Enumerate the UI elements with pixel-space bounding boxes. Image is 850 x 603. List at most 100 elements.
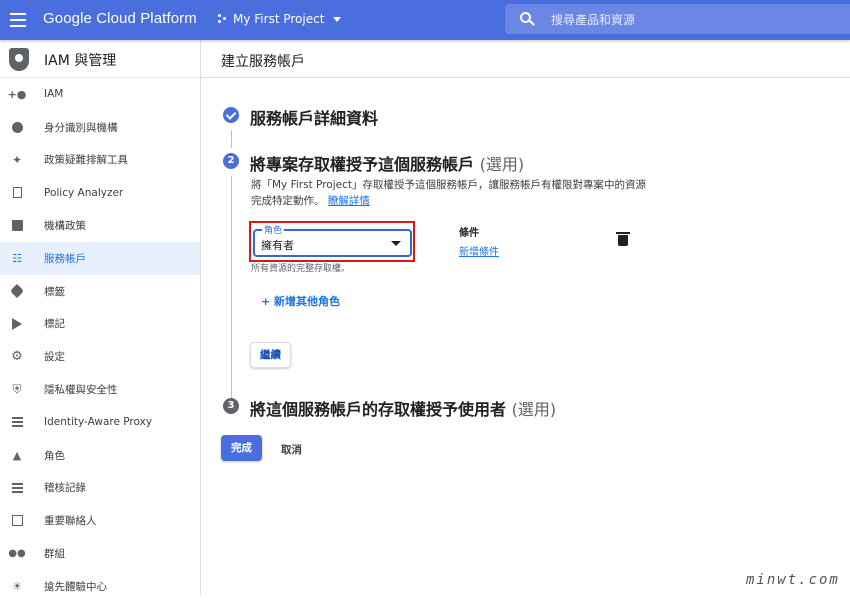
- label-arrow-icon: [11, 317, 23, 330]
- sidebar-item-10[interactable]: Identity-Aware Proxy: [0, 406, 200, 439]
- sidebar-item-label: 隱私權與安全性: [44, 384, 118, 397]
- step2-description: 將「My First Project」存取權授予這個服務帳戶，讓服務帳戶有權限對…: [251, 177, 651, 209]
- hat-icon: ▲: [11, 448, 23, 462]
- role-select[interactable]: 角色 擁有者: [253, 223, 412, 257]
- sidebar-item-label: 設定: [44, 351, 65, 364]
- tag-icon-part: [9, 284, 25, 299]
- step3-title[interactable]: 將這個服務帳戶的存取權授予使用者 (選用): [250, 396, 556, 420]
- add-person-icon: +●: [8, 88, 27, 101]
- sidebar-item-4[interactable]: 機構政策: [0, 209, 200, 242]
- sidebar-item-label: 群組: [44, 548, 65, 561]
- wrench-icon: ✦: [11, 152, 23, 167]
- sidebar-item-5[interactable]: ☷ 服務帳戶: [0, 241, 200, 275]
- sidebar-header: IAM 與管理: [0, 40, 200, 78]
- sidebar-item-11[interactable]: ▲ 角色: [0, 439, 200, 472]
- account-circle-icon: [11, 121, 23, 133]
- sidebar-item-2[interactable]: ✦ 政策疑難排解工具: [0, 144, 200, 177]
- page-title: 建立服務帳戶: [221, 54, 305, 70]
- lines-icon-part: [11, 486, 23, 489]
- proxy-icon-part: [11, 425, 23, 428]
- proxy-icon-part: [11, 421, 23, 424]
- document-search-icon: [11, 187, 23, 199]
- menu-icon[interactable]: [10, 13, 26, 27]
- list-box-icon-part: [11, 220, 23, 232]
- sidebar-item-label: Identity-Aware Proxy: [44, 416, 153, 429]
- shield-icon: ⛨: [11, 382, 23, 396]
- project-name: My First Project: [233, 12, 325, 26]
- sidebar-item-13[interactable]: 重要聯絡人: [0, 504, 200, 537]
- continue-button[interactable]: 繼續: [250, 342, 291, 368]
- sidebar-item-3[interactable]: Policy Analyzer: [0, 176, 200, 209]
- gear-icon: ⚙: [11, 349, 23, 364]
- document-search-icon-part: [12, 187, 22, 199]
- cancel-button[interactable]: 取消: [281, 442, 302, 457]
- role-value: 擁有者: [261, 239, 294, 252]
- label-arrow-icon-part: [12, 317, 22, 330]
- step2-title: 將專案存取權授予這個服務帳戶 (選用): [250, 151, 524, 175]
- service-account-icon-part: ☷: [12, 251, 22, 265]
- chevron-down-icon: [391, 241, 401, 246]
- sidebar-item-label: 搶先體驗中心: [44, 580, 107, 593]
- sidebar-item-label: Policy Analyzer: [44, 186, 124, 199]
- proxy-icon-part: [11, 415, 23, 429]
- main-content: 建立服務帳戶 服務帳戶詳細資料 2 將專案存取權授予這個服務帳戶 (選用) 將「…: [201, 40, 850, 595]
- step3-optional: (選用): [511, 400, 557, 419]
- sidebar-item-label: IAM: [44, 88, 64, 101]
- step3-number: 3: [223, 398, 239, 414]
- chevron-down-icon: [333, 16, 342, 22]
- lines-icon-part: [11, 490, 23, 493]
- project-selector[interactable]: My First Project: [218, 12, 342, 26]
- learn-more-link[interactable]: 瞭解詳情: [328, 195, 370, 207]
- search-input[interactable]: 搜尋產品和資源: [551, 11, 635, 28]
- done-button[interactable]: 完成: [221, 435, 262, 461]
- sidebar-item-label: 稽核記錄: [44, 482, 86, 495]
- sidebar-item-12[interactable]: 稽核記錄: [0, 472, 200, 505]
- sidebar-title: IAM 與管理: [44, 53, 117, 69]
- contact-card-icon: [11, 515, 23, 527]
- condition-label: 條件: [459, 228, 479, 239]
- lightbulb-icon-part: ☀: [12, 579, 22, 593]
- role-label: 角色: [262, 223, 285, 236]
- step2-title-text: 將專案存取權授予這個服務帳戶: [250, 155, 475, 174]
- lines-icon-part: [11, 482, 23, 485]
- step3-title-text: 將這個服務帳戶的存取權授予使用者: [250, 400, 507, 419]
- sidebar-item-1[interactable]: 身分識別與機構: [0, 111, 200, 144]
- sidebar-item-8[interactable]: ⚙ 設定: [0, 340, 200, 373]
- delete-icon[interactable]: [616, 232, 630, 246]
- wrench-icon-part: ✦: [11, 152, 23, 167]
- sidebar-item-label: 標記: [44, 318, 65, 331]
- sidebar-item-15[interactable]: ☀ 搶先體驗中心: [0, 570, 200, 603]
- add-condition-link[interactable]: 新增條件: [459, 243, 499, 258]
- sidebar-list: +● IAM 身分識別與機構 ✦ 政策疑難排解工具 Policy Analyzer 機構政策…: [0, 78, 200, 603]
- step1-title[interactable]: 服務帳戶詳細資料: [250, 105, 378, 129]
- sidebar-item-0[interactable]: +● IAM: [0, 78, 200, 111]
- sidebar-item-7[interactable]: 標記: [0, 308, 200, 341]
- proxy-icon-part: [11, 417, 23, 420]
- step2-optional: (選用): [479, 155, 525, 174]
- add-person-icon-part: +●: [7, 87, 27, 101]
- watermark: minwt.com: [740, 571, 846, 589]
- sidebar-item-label: 重要聯絡人: [44, 515, 97, 528]
- sidebar-item-14[interactable]: ●● 群組: [0, 537, 200, 570]
- sidebar-item-label: 角色: [44, 449, 65, 462]
- brand-title[interactable]: Google Cloud Platform: [43, 10, 197, 27]
- list-box-icon: [11, 220, 23, 232]
- search-icon: [520, 12, 531, 23]
- sidebar-item-label: 身分識別與機構: [44, 121, 118, 134]
- description-text: 將「My First Project」存取權授予這個服務帳戶，讓服務帳戶有權限對…: [251, 179, 646, 207]
- sidebar: IAM 與管理 +● IAM 身分識別與機構 ✦ 政策疑難排解工具 Policy Anal…: [0, 40, 201, 595]
- step2-number: 2: [223, 153, 239, 169]
- hat-icon-part: ▲: [12, 448, 22, 462]
- service-account-icon: ☷: [11, 251, 23, 265]
- sidebar-item-label: 政策疑難排解工具: [44, 154, 128, 167]
- add-another-role-button[interactable]: + 新增其他角色: [261, 293, 340, 309]
- sidebar-item-label: 機構政策: [44, 220, 86, 233]
- sidebar-item-6[interactable]: 標籤: [0, 275, 200, 308]
- lightbulb-icon: ☀: [11, 579, 23, 593]
- group-icon: ●●: [8, 548, 25, 560]
- step1-check-icon: [223, 107, 239, 123]
- sidebar-item-9[interactable]: ⛨ 隱私權與安全性: [0, 373, 200, 406]
- top-bar: Google Cloud Platform My First Project 搜…: [0, 0, 850, 40]
- search-bar[interactable]: 搜尋產品和資源: [505, 4, 850, 34]
- tag-icon: [9, 284, 25, 299]
